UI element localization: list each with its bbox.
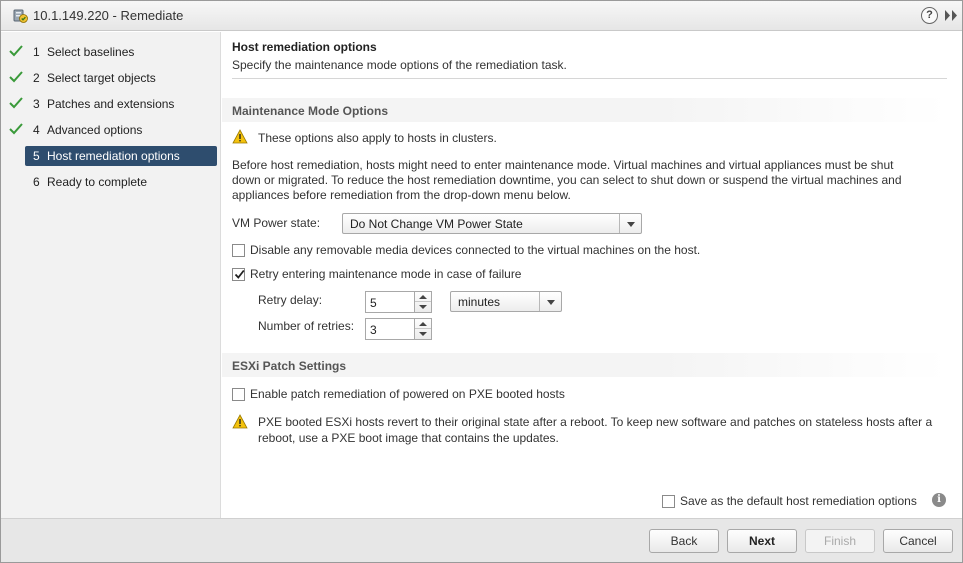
retry-delay-unit-dropdown[interactable]: minutes xyxy=(450,291,562,312)
increment-arrow-icon[interactable] xyxy=(415,319,431,329)
retry-maintenance-checkbox[interactable] xyxy=(232,268,245,281)
wizard-steps-sidebar: 1 Select baselines 2 Select target objec… xyxy=(1,32,221,518)
description-text: Before host remediation, hosts might nee… xyxy=(232,158,894,172)
number-of-retries-input[interactable]: 3 xyxy=(365,318,415,340)
step-number: 1 xyxy=(33,45,40,59)
pxe-warning-text: PXE booted ESXi hosts revert to their or… xyxy=(258,415,933,429)
help-icon[interactable]: ? xyxy=(921,7,938,24)
retry-delay-unit-value: minutes xyxy=(458,295,501,309)
warning-icon xyxy=(232,129,248,144)
info-icon[interactable]: i xyxy=(932,493,946,507)
step-number: 4 xyxy=(33,123,40,137)
next-button[interactable]: Next xyxy=(727,529,797,553)
pxe-warning-text: reboot, use a PXE boot image that contai… xyxy=(258,431,559,445)
step-select-target-objects[interactable]: 2 Select target objects xyxy=(1,67,221,89)
check-icon xyxy=(9,123,23,135)
back-button[interactable]: Back xyxy=(649,529,719,553)
host-remediate-icon xyxy=(13,9,28,23)
vm-power-state-label: VM Power state: xyxy=(232,216,321,230)
step-label: Advanced options xyxy=(47,123,143,137)
number-of-retries-label: Number of retries: xyxy=(258,319,355,333)
number-of-retries-stepper[interactable]: 3 xyxy=(365,318,433,340)
step-patches-and-extensions[interactable]: 3 Patches and extensions xyxy=(1,93,221,115)
retry-delay-value: 5 xyxy=(370,296,377,310)
window-title: 10.1.149.220 - Remediate xyxy=(33,8,184,23)
section-title: ESXi Patch Settings xyxy=(232,359,347,373)
description-text: appliances before remediation from the d… xyxy=(232,188,571,202)
step-label: Select target objects xyxy=(47,71,156,85)
step-number: 6 xyxy=(33,175,40,189)
check-icon xyxy=(9,97,23,109)
dialog-footer: Back Next Finish Cancel xyxy=(1,518,962,562)
cancel-button[interactable]: Cancel xyxy=(883,529,953,553)
decrement-arrow-icon[interactable] xyxy=(415,302,431,312)
step-label: Ready to complete xyxy=(47,175,148,189)
step-number: 3 xyxy=(33,97,40,111)
step-label: Patches and extensions xyxy=(47,97,175,111)
step-number: 5 xyxy=(33,149,40,163)
retry-maintenance-label: Retry entering maintenance mode in case … xyxy=(250,267,522,281)
maintenance-section-header: Maintenance Mode Options xyxy=(222,98,947,122)
checkmark-icon xyxy=(234,269,245,279)
increment-arrow-icon[interactable] xyxy=(415,292,431,302)
step-host-remediation-options[interactable]: 5 Host remediation options xyxy=(1,146,221,168)
step-label: Host remediation options xyxy=(47,149,180,163)
check-icon xyxy=(9,45,23,57)
number-of-retries-value: 3 xyxy=(370,323,377,337)
page-subtitle: Specify the maintenance mode options of … xyxy=(232,58,567,72)
warning-icon xyxy=(232,414,248,429)
step-label: Select baselines xyxy=(47,45,135,59)
header-divider xyxy=(232,78,947,79)
main-content: Host remediation options Specify the mai… xyxy=(222,32,962,518)
pxe-remediation-label: Enable patch remediation of powered on P… xyxy=(250,387,565,401)
expand-icon[interactable] xyxy=(944,9,958,22)
retry-delay-input[interactable]: 5 xyxy=(365,291,415,313)
save-default-label: Save as the default host remediation opt… xyxy=(680,494,917,508)
page-title: Host remediation options xyxy=(232,40,377,54)
pxe-remediation-checkbox[interactable] xyxy=(232,388,245,401)
finish-button: Finish xyxy=(805,529,875,553)
chevron-down-icon[interactable] xyxy=(539,292,561,311)
stepper-buttons xyxy=(415,318,432,340)
vm-power-state-dropdown[interactable]: Do Not Change VM Power State xyxy=(342,213,642,234)
vm-power-state-value: Do Not Change VM Power State xyxy=(350,217,523,231)
disable-media-label: Disable any removable media devices conn… xyxy=(250,243,701,257)
check-icon xyxy=(9,71,23,83)
retry-delay-label: Retry delay: xyxy=(258,293,323,307)
save-default-checkbox[interactable] xyxy=(662,495,675,508)
disable-media-checkbox[interactable] xyxy=(232,244,245,257)
esxi-section-header: ESXi Patch Settings xyxy=(222,353,947,377)
step-ready-to-complete[interactable]: 6 Ready to complete xyxy=(1,171,221,193)
description-text: down or migrated. To reduce the host rem… xyxy=(232,173,902,187)
cluster-warning-text: These options also apply to hosts in clu… xyxy=(258,131,497,145)
chevron-down-icon[interactable] xyxy=(619,214,641,233)
section-title: Maintenance Mode Options xyxy=(232,104,389,118)
retry-delay-stepper[interactable]: 5 xyxy=(365,291,433,313)
step-number: 2 xyxy=(33,71,40,85)
stepper-buttons xyxy=(415,291,432,313)
title-bar: 10.1.149.220 - Remediate ? xyxy=(1,1,962,31)
remediate-dialog: 10.1.149.220 - Remediate ? 1 Select base… xyxy=(0,0,963,563)
step-advanced-options[interactable]: 4 Advanced options xyxy=(1,119,221,141)
step-select-baselines[interactable]: 1 Select baselines xyxy=(1,41,221,63)
decrement-arrow-icon[interactable] xyxy=(415,329,431,339)
